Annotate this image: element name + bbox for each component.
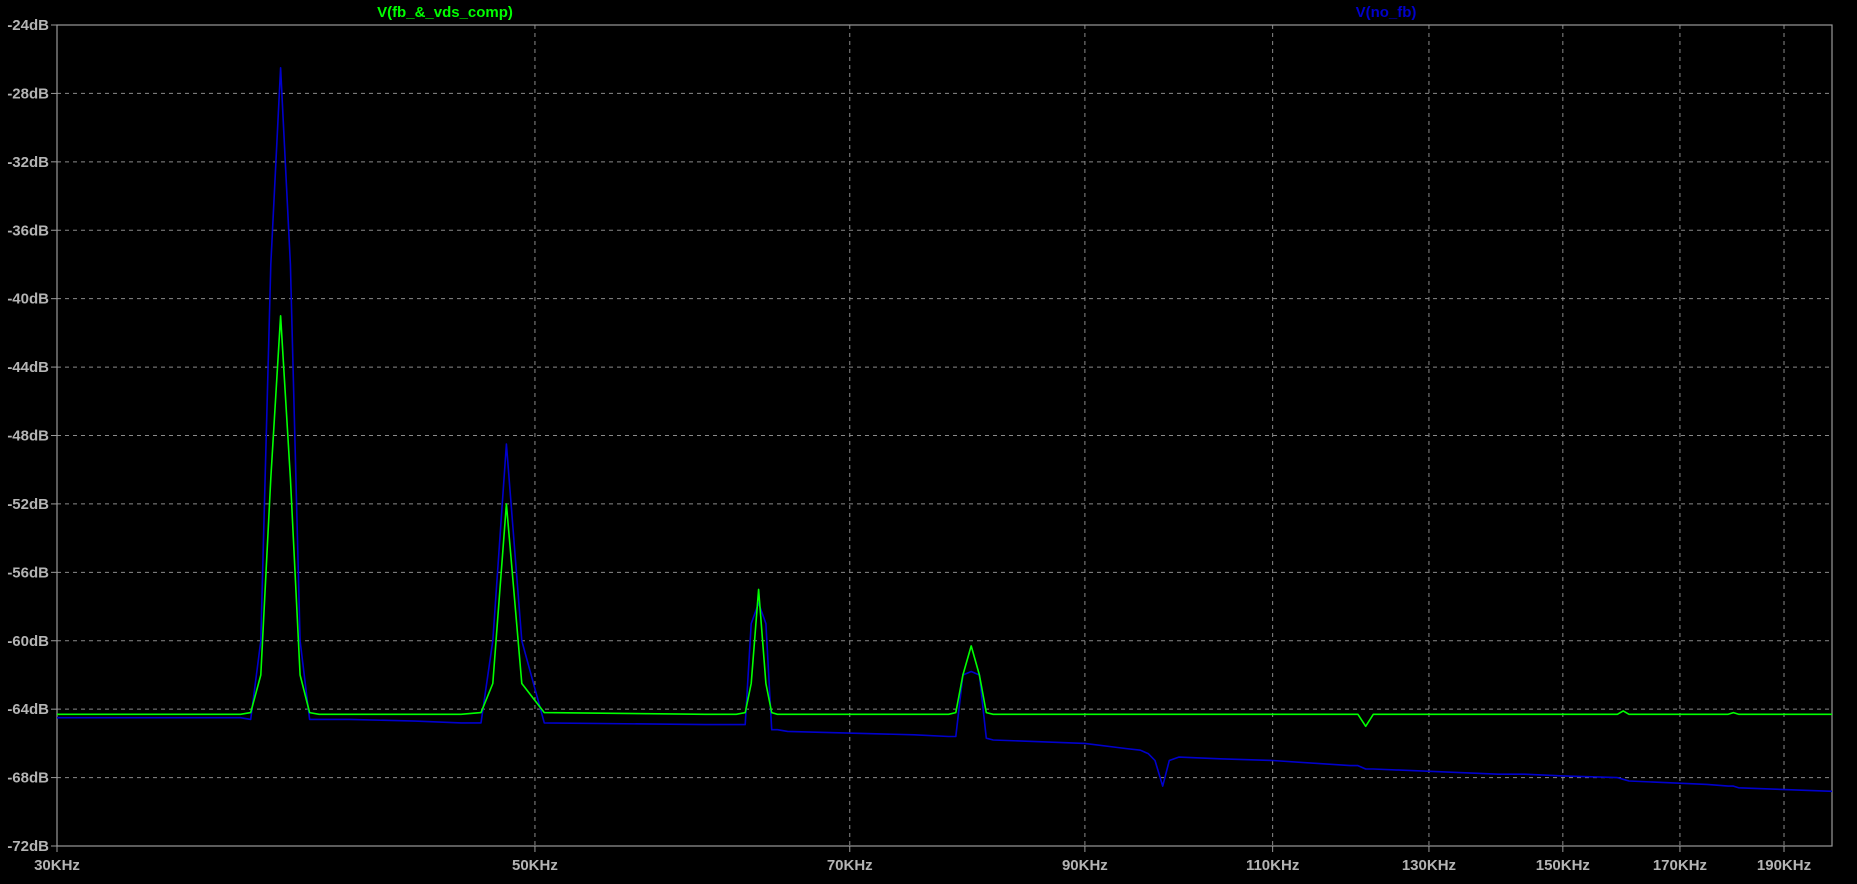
x-tick-label: 50KHz bbox=[512, 857, 558, 874]
chart-background bbox=[0, 0, 1857, 879]
x-tick-label: 30KHz bbox=[34, 857, 80, 874]
y-tick-label: -36dB bbox=[7, 222, 49, 239]
y-tick-label: -24dB bbox=[7, 17, 49, 34]
legend-entry-no-fb[interactable]: V(no_fb) bbox=[1356, 4, 1417, 21]
y-tick-label: -48dB bbox=[7, 428, 49, 445]
x-tick-label: 150KHz bbox=[1536, 857, 1590, 874]
x-tick-label: 190KHz bbox=[1757, 857, 1811, 874]
y-tick-label: -72dB bbox=[7, 838, 49, 855]
x-tick-label: 70KHz bbox=[827, 857, 873, 874]
y-tick-label: -44dB bbox=[7, 359, 49, 376]
x-tick-label: 90KHz bbox=[1062, 857, 1108, 874]
x-tick-label: 110KHz bbox=[1246, 857, 1299, 874]
y-tick-label: -68dB bbox=[7, 770, 49, 787]
y-tick-label: -40dB bbox=[7, 291, 49, 308]
y-tick-label: -28dB bbox=[7, 85, 49, 102]
legend-entry-fb-vds-comp[interactable]: V(fb_&_vds_comp) bbox=[377, 4, 513, 21]
y-tick-label: -64dB bbox=[7, 701, 49, 718]
chart-svg[interactable]: -24dB -28dB -32dB -36dB -40dB -44dB -48dB -52dB… bbox=[0, 0, 1857, 879]
y-tick-label: -52dB bbox=[7, 496, 49, 513]
y-tick-label: -56dB bbox=[7, 564, 49, 581]
x-tick-label: 130KHz bbox=[1402, 857, 1456, 874]
x-tick-label: 170KHz bbox=[1653, 857, 1707, 874]
y-tick-label: -60dB bbox=[7, 633, 49, 650]
spectrum-plot-window: -24dB -28dB -32dB -36dB -40dB -44dB -48dB -52dB… bbox=[0, 0, 1857, 879]
y-tick-label: -32dB bbox=[7, 154, 49, 171]
